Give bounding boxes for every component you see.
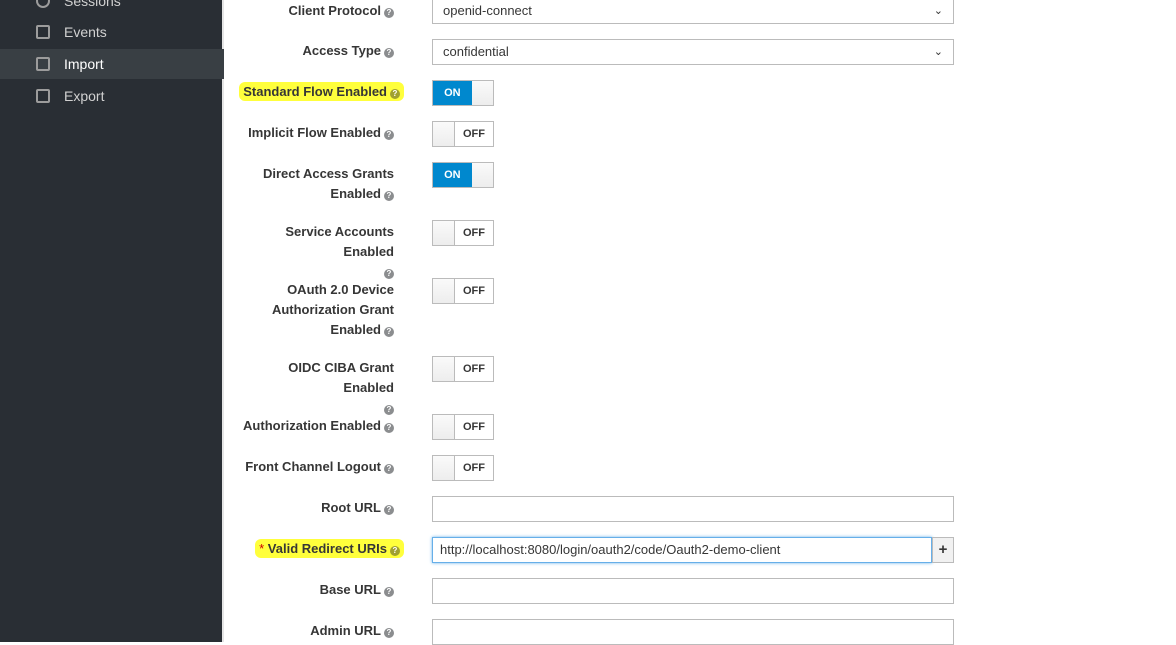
client-protocol-label: Client Protocol [288,3,381,18]
help-icon[interactable]: ? [384,130,394,140]
client-protocol-select[interactable]: openid-connect ⌄ [432,0,954,24]
import-icon [36,57,50,71]
service-accounts-label: Service Accounts Enabled [285,224,394,259]
chevron-down-icon: ⌄ [933,5,943,17]
help-icon[interactable]: ? [384,505,394,515]
sidebar-item-export[interactable]: Export [0,81,224,111]
root-url-label: Root URL [321,500,381,515]
add-redirect-uri-button[interactable]: + [932,537,954,563]
front-channel-toggle[interactable]: OFF [432,455,494,481]
standard-flow-toggle[interactable]: ON [432,80,494,106]
redirect-uris-label: Valid Redirect URIs [267,541,387,556]
implicit-flow-label: Implicit Flow Enabled [248,125,381,140]
access-type-select[interactable]: confidential ⌄ [432,39,954,65]
help-icon[interactable]: ? [384,8,394,18]
help-icon[interactable]: ? [384,587,394,597]
sidebar-item-events[interactable]: Events [0,17,224,47]
admin-url-input[interactable] [432,619,954,645]
sidebar-item-sessions[interactable]: Sessions [0,0,224,16]
export-icon [36,89,50,103]
help-icon[interactable]: ? [384,464,394,474]
admin-url-label: Admin URL [310,623,381,638]
help-icon[interactable]: ? [384,405,394,415]
standard-flow-label: Standard Flow Enabled [243,84,387,99]
help-icon[interactable]: ? [384,269,394,279]
service-accounts-toggle[interactable]: OFF [432,220,494,246]
device-grant-toggle[interactable]: OFF [432,278,494,304]
clock-icon [36,0,50,8]
help-icon[interactable]: ? [390,89,400,99]
help-icon[interactable]: ? [384,628,394,638]
implicit-flow-toggle[interactable]: OFF [432,121,494,147]
help-icon[interactable]: ? [384,327,394,337]
required-marker: * [259,541,265,556]
sidebar: Sessions Events Import Export [0,0,224,642]
base-url-input[interactable] [432,578,954,604]
ciba-label: OIDC CIBA Grant Enabled [288,360,394,395]
redirect-uris-input[interactable]: http://localhost:8080/login/oauth2/code/… [432,537,932,563]
access-type-label: Access Type [302,43,381,58]
base-url-label: Base URL [319,582,381,597]
help-icon[interactable]: ? [384,191,394,201]
front-channel-label: Front Channel Logout [245,459,381,474]
direct-access-toggle[interactable]: ON [432,162,494,188]
help-icon[interactable]: ? [384,48,394,58]
direct-access-label: Direct Access Grants Enabled [262,166,394,201]
sidebar-item-import[interactable]: Import [0,49,224,79]
root-url-input[interactable] [432,496,954,522]
ciba-toggle[interactable]: OFF [432,356,494,382]
authorization-label: Authorization Enabled [243,418,381,433]
calendar-icon [36,25,50,39]
chevron-down-icon: ⌄ [933,46,943,58]
device-grant-label: OAuth 2.0 Device Authorization Grant Ena… [271,282,394,337]
help-icon[interactable]: ? [390,546,400,556]
help-icon[interactable]: ? [384,423,394,433]
authorization-toggle[interactable]: OFF [432,414,494,440]
